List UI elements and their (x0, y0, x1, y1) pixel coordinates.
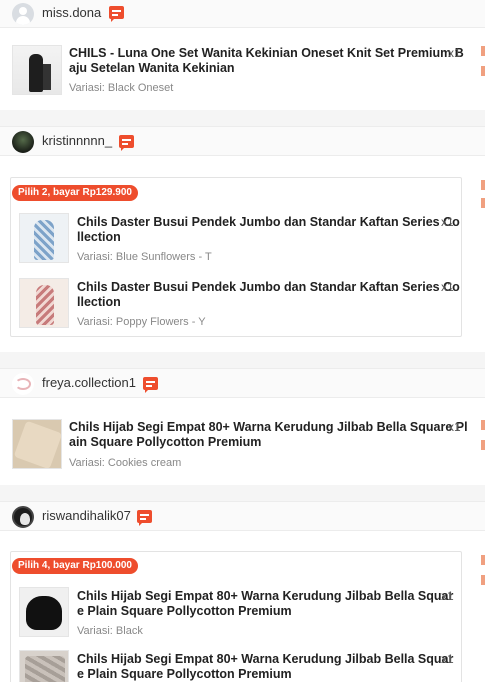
shop-name[interactable]: kristinnnnn_ (42, 133, 112, 148)
product-name: Chils Daster Busui Pendek Jumbo dan Stan… (77, 280, 460, 294)
product-name-line2: llection (77, 295, 121, 309)
bundle-badge: Pilih 4, bayar Rp100.000 (12, 558, 138, 574)
shop-name[interactable]: freya.collection1 (42, 375, 136, 390)
quantity: x1 (448, 420, 461, 434)
product-name-line2: e Plain Square Pollycotton Premium (77, 604, 292, 618)
product-image (19, 650, 69, 682)
product-name-line2: llection (77, 230, 121, 244)
edge-marker (481, 420, 485, 430)
quantity: x1 (441, 589, 454, 603)
product-name: Chils Daster Busui Pendek Jumbo dan Stan… (77, 215, 460, 229)
avatar[interactable] (12, 131, 34, 153)
avatar[interactable] (12, 373, 34, 395)
edge-marker (481, 198, 485, 208)
product-name-line2: ain Square Pollycotton Premium (69, 435, 262, 449)
quantity: x1 (441, 215, 454, 229)
section-gap (0, 352, 485, 368)
product-name: CHILS - Luna One Set Wanita Kekinian One… (69, 46, 464, 60)
variant-label: Variasi: Blue Sunflowers - T (77, 251, 212, 263)
shop-header: riswandihalik07 (0, 501, 485, 531)
edge-marker (481, 555, 485, 565)
edge-marker (481, 575, 485, 585)
chat-icon[interactable] (137, 510, 152, 526)
product-name-line2: aju Setelan Wanita Kekinian (69, 61, 235, 75)
quantity: x1 (441, 280, 454, 294)
product-name: Chils Hijab Segi Empat 80+ Warna Kerudun… (77, 589, 454, 603)
list-item[interactable]: Chils Hijab Segi Empat 80+ Warna Kerudun… (0, 415, 485, 475)
chat-icon[interactable] (143, 377, 158, 393)
shop-header: miss.dona (0, 0, 485, 28)
product-image (19, 587, 69, 637)
section-gap (0, 110, 485, 126)
variant-label: Variasi: Poppy Flowers - Y (77, 316, 206, 328)
product-image (19, 213, 69, 263)
product-name: Chils Hijab Segi Empat 80+ Warna Kerudun… (69, 420, 468, 434)
product-name: Chils Hijab Segi Empat 80+ Warna Kerudun… (77, 652, 454, 666)
shop-header: freya.collection1 (0, 368, 485, 398)
edge-marker (481, 180, 485, 190)
variant-label: Variasi: Cookies cream (69, 457, 182, 469)
chat-icon[interactable] (109, 6, 124, 22)
edge-marker (481, 440, 485, 450)
quantity: x1 (441, 652, 454, 666)
product-image (12, 419, 62, 469)
section-gap (0, 485, 485, 501)
list-item[interactable]: Chils Hijab Segi Empat 80+ Warna Kerudun… (10, 645, 462, 682)
edge-marker (481, 46, 485, 56)
list-item[interactable]: Chils Daster Busui Pendek Jumbo dan Stan… (10, 208, 462, 268)
product-name-line2: e Plain Square Pollycotton Premium (77, 667, 292, 681)
variant-label: Variasi: Black (77, 625, 143, 637)
avatar[interactable] (12, 506, 34, 528)
quantity: x1 (448, 46, 461, 60)
shop-header: kristinnnnn_ (0, 126, 485, 156)
product-image (19, 278, 69, 328)
list-item[interactable]: Chils Hijab Segi Empat 80+ Warna Kerudun… (10, 582, 462, 642)
edge-marker (481, 66, 485, 76)
product-image (12, 45, 62, 95)
chat-icon[interactable] (119, 135, 134, 151)
shop-name[interactable]: riswandihalik07 (42, 508, 131, 523)
variant-label: Variasi: Black Oneset (69, 82, 174, 94)
list-item[interactable]: CHILS - Luna One Set Wanita Kekinian One… (0, 40, 485, 100)
shop-name[interactable]: miss.dona (42, 5, 101, 20)
list-item[interactable]: Chils Daster Busui Pendek Jumbo dan Stan… (10, 273, 462, 333)
avatar[interactable] (12, 3, 34, 25)
bundle-badge: Pilih 2, bayar Rp129.900 (12, 185, 138, 201)
